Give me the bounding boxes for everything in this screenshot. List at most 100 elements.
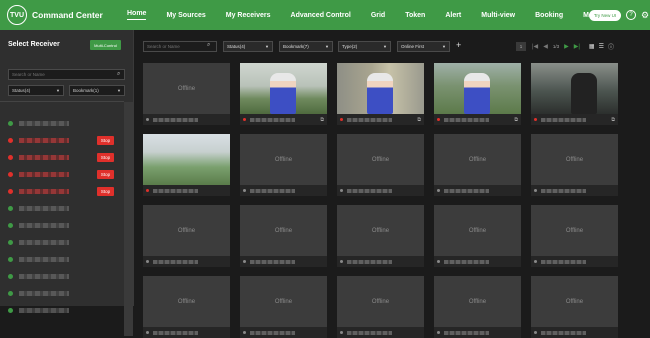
receiver-name-redacted — [19, 256, 69, 262]
tile-info-bar — [337, 327, 424, 338]
settings-icon[interactable]: ⚙ — [640, 10, 650, 20]
source-tile[interactable]: Offline — [531, 276, 618, 338]
grid-view-icon[interactable]: ▦ — [589, 43, 595, 50]
offline-label: Offline — [177, 298, 196, 305]
chevron-down-icon: ▼ — [265, 44, 269, 49]
nav-item[interactable]: Home — [127, 10, 147, 20]
nav-item[interactable]: Alert — [445, 12, 461, 19]
nav-item[interactable]: Grid — [371, 12, 385, 19]
offline-label: Offline — [177, 227, 196, 234]
source-tile[interactable]: Offline — [434, 134, 521, 196]
source-tile[interactable]: Offline — [337, 205, 424, 267]
offline-label: Offline — [274, 227, 293, 234]
tile-info-bar — [240, 256, 327, 267]
tile-info-bar — [240, 185, 327, 196]
type-filter-select[interactable]: Type(2) ▼ — [338, 41, 391, 52]
status-filter-select[interactable]: Status(4) ▼ — [223, 41, 273, 52]
source-name-redacted — [250, 330, 295, 335]
receiver-row[interactable] — [0, 251, 124, 267]
help-icon[interactable]: ? — [626, 10, 636, 20]
receiver-row[interactable]: Stop — [0, 149, 124, 165]
tile-info-bar — [143, 327, 230, 338]
source-tile[interactable] — [143, 134, 230, 196]
prev-page-icon[interactable]: ◀ — [543, 43, 548, 50]
nav-item[interactable]: Token — [405, 12, 425, 19]
source-tile[interactable]: Offline — [240, 205, 327, 267]
receiver-row[interactable] — [0, 200, 124, 216]
tile-info-bar: ⧉ — [240, 114, 327, 125]
source-search-input[interactable] — [143, 41, 217, 52]
stop-button[interactable]: Stop — [97, 135, 114, 145]
source-tile[interactable]: Offline — [434, 205, 521, 267]
search-icon[interactable]: ⌕ — [117, 71, 120, 78]
sort-select[interactable]: Online First ▼ — [397, 41, 450, 52]
tile-info-bar — [143, 114, 230, 125]
status-dot-icon — [437, 118, 440, 121]
sidebar-scrollbar[interactable] — [124, 102, 133, 336]
multi-control-button[interactable]: Multi-Control — [90, 40, 121, 50]
source-name-redacted — [250, 117, 295, 122]
tile-info-bar — [531, 327, 618, 338]
receiver-row[interactable] — [0, 302, 124, 318]
source-tile[interactable]: Offline — [337, 276, 424, 338]
status-dot-icon — [8, 188, 13, 194]
receiver-row[interactable] — [0, 285, 124, 301]
video-preview — [143, 134, 230, 185]
add-icon[interactable]: + — [456, 40, 461, 50]
source-tile[interactable]: Offline — [240, 276, 327, 338]
try-new-ui-button[interactable]: Try New UI — [589, 10, 621, 21]
nav-item[interactable]: Advanced Control — [291, 12, 351, 19]
next-page-icon[interactable]: ▶ — [564, 43, 569, 50]
list-view-icon[interactable]: ☰ — [599, 43, 604, 50]
nav-item[interactable]: My Receivers — [226, 12, 271, 19]
source-tile[interactable]: Offline — [531, 205, 618, 267]
stop-button[interactable]: Stop — [97, 169, 114, 179]
first-page-icon[interactable]: |◀ — [532, 43, 538, 50]
external-link-icon[interactable]: ⧉ — [320, 117, 324, 123]
source-name-redacted — [153, 117, 198, 122]
search-icon[interactable]: ⌕ — [207, 42, 210, 49]
external-link-icon[interactable]: ⧉ — [514, 117, 518, 123]
source-tile[interactable]: Offline — [240, 134, 327, 196]
bookmark-filter-select[interactable]: Bookmark(7) ▼ — [279, 41, 333, 52]
receiver-row[interactable] — [0, 234, 124, 250]
last-page-icon[interactable]: ▶| — [574, 43, 580, 50]
offline-label: Offline — [565, 156, 584, 163]
source-tile[interactable]: ⧉ — [337, 63, 424, 125]
receiver-status-filter[interactable]: Status(4) ▼ — [8, 85, 64, 96]
source-tile[interactable]: ⧉ — [434, 63, 521, 125]
tile-info-bar: ⧉ — [434, 114, 521, 125]
source-tile[interactable]: Offline — [531, 134, 618, 196]
nav-item[interactable]: Booking — [535, 12, 563, 19]
source-tile[interactable]: ⧉ — [240, 63, 327, 125]
page-number-input[interactable]: 1 — [516, 42, 526, 51]
receiver-bookmark-filter[interactable]: Bookmark(1) ▼ — [69, 85, 125, 96]
receiver-row[interactable] — [0, 115, 124, 131]
receiver-row[interactable]: Stop — [0, 183, 124, 199]
receiver-name-redacted — [19, 273, 69, 279]
external-link-icon[interactable]: ⧉ — [611, 117, 615, 123]
source-tile[interactable]: Offline — [337, 134, 424, 196]
stop-button[interactable]: Stop — [97, 152, 114, 162]
source-tile[interactable]: Offline — [143, 63, 230, 125]
receiver-row[interactable]: Stop — [0, 132, 124, 148]
source-tile[interactable]: ⧉ — [531, 63, 618, 125]
status-dot-icon — [8, 171, 13, 177]
source-tile[interactable]: Offline — [143, 276, 230, 338]
info-icon[interactable]: ⓘ — [608, 42, 614, 51]
offline-label: Offline — [468, 298, 487, 305]
receiver-row[interactable] — [0, 268, 124, 284]
status-dot-icon — [8, 273, 13, 279]
status-dot-icon — [8, 137, 13, 143]
external-link-icon[interactable]: ⧉ — [417, 117, 421, 123]
nav-item[interactable]: My Sources — [166, 12, 205, 19]
tile-info-bar — [337, 256, 424, 267]
stop-button[interactable]: Stop — [97, 186, 114, 196]
nav-item[interactable]: Multi-view — [481, 12, 515, 19]
source-tile[interactable]: Offline — [143, 205, 230, 267]
receiver-row[interactable]: Stop — [0, 166, 124, 182]
receiver-search-input[interactable] — [8, 69, 125, 80]
source-tile[interactable]: Offline — [434, 276, 521, 338]
receiver-row[interactable] — [0, 217, 124, 233]
page-total: 1/3 — [552, 44, 560, 49]
